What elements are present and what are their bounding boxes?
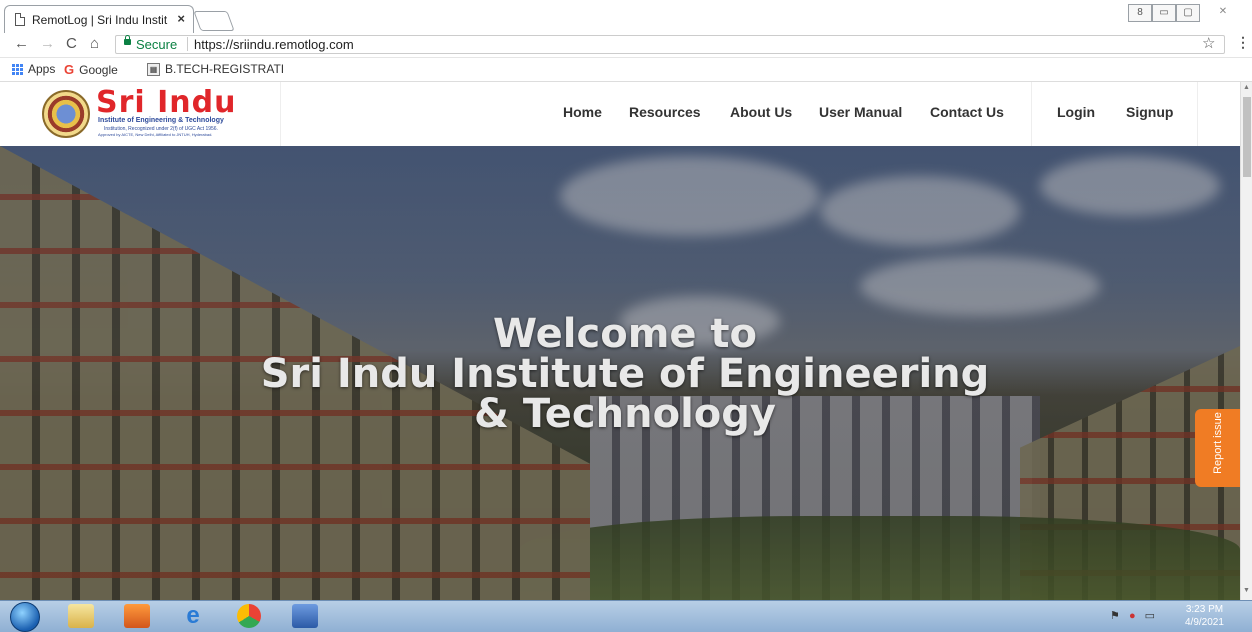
- omnibox-divider: [187, 37, 188, 51]
- system-tray[interactable]: ⚑ ● ▭: [1110, 609, 1155, 622]
- bookmark-btech[interactable]: ▦ B.TECH-REGISTRATI: [147, 62, 284, 76]
- start-button[interactable]: [10, 602, 40, 632]
- hero-banner: Welcome to Sri Indu Institute of Enginee…: [0, 146, 1240, 600]
- clock-time: 3:23 PM: [1185, 604, 1224, 615]
- report-issue-label: Report issue: [1212, 412, 1224, 474]
- back-icon[interactable]: ←: [14, 35, 29, 52]
- browser-tab[interactable]: RemotLog | Sri Indu Instit ×: [4, 5, 194, 33]
- bookmark-apps[interactable]: Apps: [12, 62, 55, 76]
- browser-menu-icon[interactable]: ⋮: [1236, 34, 1250, 51]
- reload-icon[interactable]: C: [66, 35, 77, 52]
- forward-icon[interactable]: →: [40, 35, 55, 52]
- bookmark-label: Google: [79, 62, 118, 77]
- network-icon[interactable]: ●: [1129, 610, 1136, 622]
- url-input[interactable]: Secure https://sriindu.remotlog.com: [115, 35, 1225, 54]
- nav-divider: [1031, 82, 1032, 146]
- profile-button[interactable]: 8: [1128, 4, 1152, 22]
- chrome-icon[interactable]: [237, 604, 261, 628]
- site-logo[interactable]: Sri Indu Institute of Engineering & Tech…: [0, 82, 281, 146]
- page-icon: [15, 13, 25, 26]
- bookmarks-bar: Apps G Google ▦ B.TECH-REGISTRATI: [0, 58, 1252, 82]
- signup-link[interactable]: Signup: [1126, 104, 1173, 120]
- tab-title: RemotLog | Sri Indu Instit: [32, 13, 168, 27]
- logo-affiliation: Approved by AICTE, New Delhi, Affiliated…: [98, 132, 213, 137]
- bookmark-label: Apps: [28, 62, 56, 76]
- scrollbar-thumb[interactable]: [1243, 97, 1251, 177]
- logo-title: Sri Indu: [96, 85, 237, 120]
- nav-divider: [1197, 82, 1198, 146]
- hero-line-1: Welcome to: [492, 311, 758, 357]
- windows-taskbar: e ⚑ ● ▭ 3:23 PM 4/9/2021: [0, 600, 1252, 632]
- scroll-down-icon[interactable]: ▼: [1243, 587, 1250, 594]
- hero-heading: Welcome to Sri Indu Institute of Enginee…: [180, 314, 1070, 434]
- bookmark-star-icon[interactable]: ☆: [1202, 34, 1215, 52]
- google-icon: G: [64, 62, 75, 77]
- internet-explorer-icon[interactable]: e: [180, 604, 206, 628]
- clock-date: 4/9/2021: [1185, 617, 1224, 628]
- close-window-button[interactable]: ✕: [1212, 4, 1234, 20]
- page-scrollbar[interactable]: ▲ ▼: [1240, 82, 1252, 600]
- logo-subtitle: Institute of Engineering & Technology: [98, 117, 224, 124]
- volume-icon[interactable]: ▭: [1145, 610, 1155, 622]
- new-tab-button[interactable]: [193, 11, 235, 31]
- window-controls: 8 ▭ ▢ ✕: [1128, 4, 1234, 22]
- apps-grid-icon: [12, 63, 23, 75]
- bookmark-label: B.TECH-REGISTRATI: [165, 62, 285, 76]
- file-explorer-icon[interactable]: [68, 604, 94, 628]
- scroll-up-icon[interactable]: ▲: [1243, 84, 1250, 91]
- college-seal-icon: [42, 90, 90, 138]
- nav-about-us[interactable]: About Us: [730, 104, 792, 120]
- word-icon[interactable]: [292, 604, 318, 628]
- url-text: https://sriindu.remotlog.com: [194, 37, 354, 52]
- nav-user-manual[interactable]: User Manual: [819, 104, 902, 120]
- document-icon: ▦: [147, 62, 160, 76]
- address-bar: ← → C ⌂ Secure https://sriindu.remotlog.…: [0, 33, 1252, 58]
- nav-home[interactable]: Home: [563, 104, 602, 120]
- bookmark-google[interactable]: G Google: [64, 62, 118, 77]
- lock-icon: [124, 35, 131, 45]
- browser-tab-strip: RemotLog | Sri Indu Instit × 8 ▭ ▢ ✕: [0, 0, 1252, 33]
- minimize-button[interactable]: ▭: [1152, 4, 1176, 22]
- media-player-icon[interactable]: [124, 604, 150, 628]
- hero-line-3: & Technology: [474, 391, 776, 437]
- home-icon[interactable]: ⌂: [90, 35, 99, 52]
- maximize-button[interactable]: ▢: [1176, 4, 1200, 22]
- taskbar-clock[interactable]: 3:23 PM 4/9/2021: [1185, 603, 1224, 629]
- report-issue-button[interactable]: Report issue: [1195, 409, 1240, 487]
- site-header: Sri Indu Institute of Engineering & Tech…: [0, 82, 1240, 147]
- flag-icon[interactable]: ⚑: [1110, 610, 1120, 622]
- tab-close-icon[interactable]: ×: [177, 11, 185, 26]
- nav-resources[interactable]: Resources: [629, 104, 701, 120]
- login-link[interactable]: Login: [1057, 104, 1095, 120]
- secure-label: Secure: [136, 37, 178, 52]
- nav-contact-us[interactable]: Contact Us: [930, 104, 1004, 120]
- hero-line-2: Sri Indu Institute of Engineering: [260, 351, 990, 397]
